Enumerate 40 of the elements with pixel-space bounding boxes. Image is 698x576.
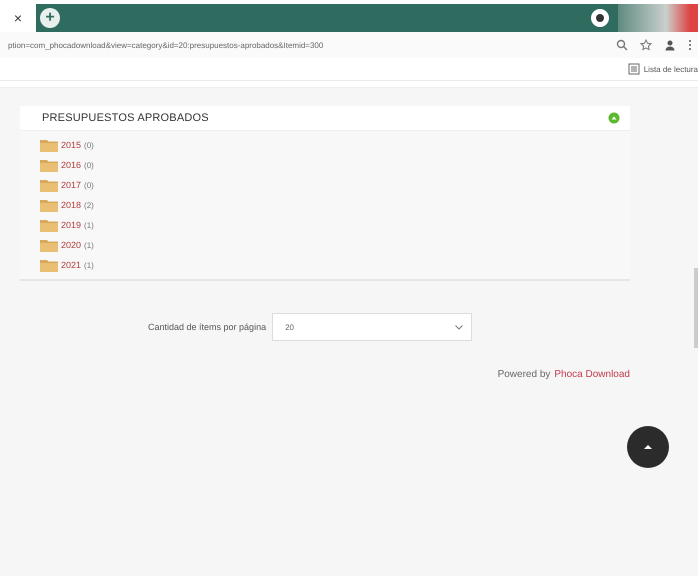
folder-icon bbox=[40, 218, 58, 232]
zoom-icon[interactable] bbox=[616, 39, 628, 51]
address-bar[interactable]: ption=com_phocadownload&view=category&id=20:presupuestos-aprobados&Itemid=300 bbox=[8, 40, 324, 50]
folder-link[interactable]: 2016 bbox=[61, 160, 82, 170]
folder-link[interactable]: 2015 bbox=[61, 140, 82, 150]
folder-link[interactable]: 2021 bbox=[61, 260, 82, 270]
reading-list-link[interactable]: Lista de lectura bbox=[644, 64, 698, 74]
powered-by-text: Powered by bbox=[498, 369, 550, 380]
folder-icon bbox=[40, 238, 58, 252]
folder-count: (0) bbox=[84, 180, 94, 190]
folder-icon bbox=[40, 158, 58, 172]
folder-count: (1) bbox=[84, 240, 94, 250]
scrollbar[interactable] bbox=[694, 268, 698, 348]
close-tab-button[interactable]: × bbox=[0, 4, 36, 32]
reading-list-icon[interactable] bbox=[628, 63, 640, 75]
items-per-page-label: Cantidad de ítems por página bbox=[148, 322, 266, 332]
folder-icon bbox=[40, 138, 58, 152]
folder-count: (0) bbox=[84, 140, 94, 150]
folder-link[interactable]: 2018 bbox=[61, 200, 82, 210]
menu-icon[interactable] bbox=[688, 39, 692, 51]
folder-link[interactable]: 2017 bbox=[61, 180, 82, 190]
folder-icon bbox=[40, 178, 58, 192]
new-tab-button[interactable]: + bbox=[40, 8, 60, 28]
category-title: PRESUPUESTOS APROBADOS bbox=[42, 112, 209, 124]
scroll-to-top-button[interactable] bbox=[627, 426, 669, 468]
account-icon[interactable] bbox=[664, 39, 676, 51]
folder-count: (2) bbox=[84, 200, 94, 210]
folder-count: (1) bbox=[84, 260, 94, 270]
star-icon[interactable] bbox=[640, 39, 652, 51]
phoca-download-link[interactable]: Phoca Download bbox=[554, 369, 630, 380]
profile-icon[interactable] bbox=[590, 8, 610, 28]
chevron-up-icon bbox=[643, 444, 653, 450]
items-per-page-select[interactable]: 20 bbox=[272, 313, 472, 341]
folder-link[interactable]: 2019 bbox=[61, 220, 82, 230]
folder-icon bbox=[40, 198, 58, 212]
folder-count: (0) bbox=[84, 160, 94, 170]
folder-link[interactable]: 2020 bbox=[61, 240, 82, 250]
folder-icon bbox=[40, 258, 58, 272]
folder-count: (1) bbox=[84, 220, 94, 230]
chevron-down-icon bbox=[455, 324, 464, 330]
